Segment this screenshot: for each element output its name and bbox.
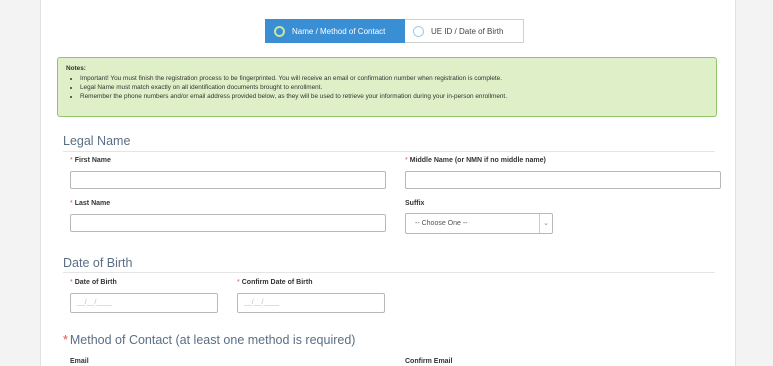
- notes-list: Important! You must finish the registrat…: [66, 74, 708, 101]
- required-marker: *: [70, 157, 73, 164]
- last-name-label: * Last Name: [70, 200, 111, 207]
- suffix-selected-value: -- Choose One --: [415, 220, 468, 227]
- required-marker: *: [237, 279, 240, 286]
- tab-ue-id-date-of-birth[interactable]: UE ID / Date of Birth: [405, 19, 524, 43]
- middle-name-input[interactable]: [405, 171, 721, 189]
- legal-name-heading: Legal Name: [63, 134, 131, 148]
- middle-name-label: * Middle Name (or NMN if no middle name): [405, 157, 546, 164]
- divider: [63, 272, 715, 273]
- radio-unselected-icon: [413, 25, 424, 37]
- dob-input[interactable]: __/__/____: [70, 293, 218, 313]
- required-marker: *: [405, 157, 408, 164]
- notes-item: Remember the phone numbers and/or email …: [80, 92, 708, 101]
- suffix-select[interactable]: -- Choose One -- ⌄: [405, 213, 553, 234]
- step-tabs: Name / Method of Contact UE ID / Date of…: [265, 19, 524, 43]
- required-marker: *: [70, 200, 73, 207]
- last-name-input[interactable]: [70, 214, 386, 232]
- required-marker: *: [63, 333, 68, 347]
- first-name-label: * First Name: [70, 157, 111, 164]
- tab-label: Name / Method of Contact: [292, 26, 386, 36]
- first-name-input[interactable]: [70, 171, 386, 189]
- tab-label: UE ID / Date of Birth: [431, 26, 504, 36]
- required-marker: *: [70, 279, 73, 286]
- date-of-birth-heading: Date of Birth: [63, 256, 133, 270]
- confirm-dob-input[interactable]: __/__/____: [237, 293, 385, 313]
- notes-item: Legal Name must match exactly on all ide…: [80, 83, 708, 92]
- method-of-contact-heading: * Method of Contact (at least one method …: [63, 333, 356, 347]
- notes-panel: Notes: Important! You must finish the re…: [57, 57, 717, 117]
- confirm-email-label: Confirm Email: [405, 358, 453, 365]
- suffix-label: Suffix: [405, 200, 425, 207]
- confirm-dob-label: * Confirm Date of Birth: [237, 279, 313, 286]
- email-label: Email: [70, 358, 89, 365]
- dob-label: * Date of Birth: [70, 279, 117, 286]
- chevron-down-icon: ⌄: [539, 214, 552, 233]
- tab-name-method-of-contact[interactable]: Name / Method of Contact: [265, 19, 405, 43]
- divider: [63, 151, 715, 152]
- notes-title: Notes:: [66, 65, 86, 72]
- registration-form-page: Name / Method of Contact UE ID / Date of…: [40, 0, 736, 366]
- notes-item: Important! You must finish the registrat…: [80, 74, 708, 83]
- radio-selected-icon: [274, 25, 285, 37]
